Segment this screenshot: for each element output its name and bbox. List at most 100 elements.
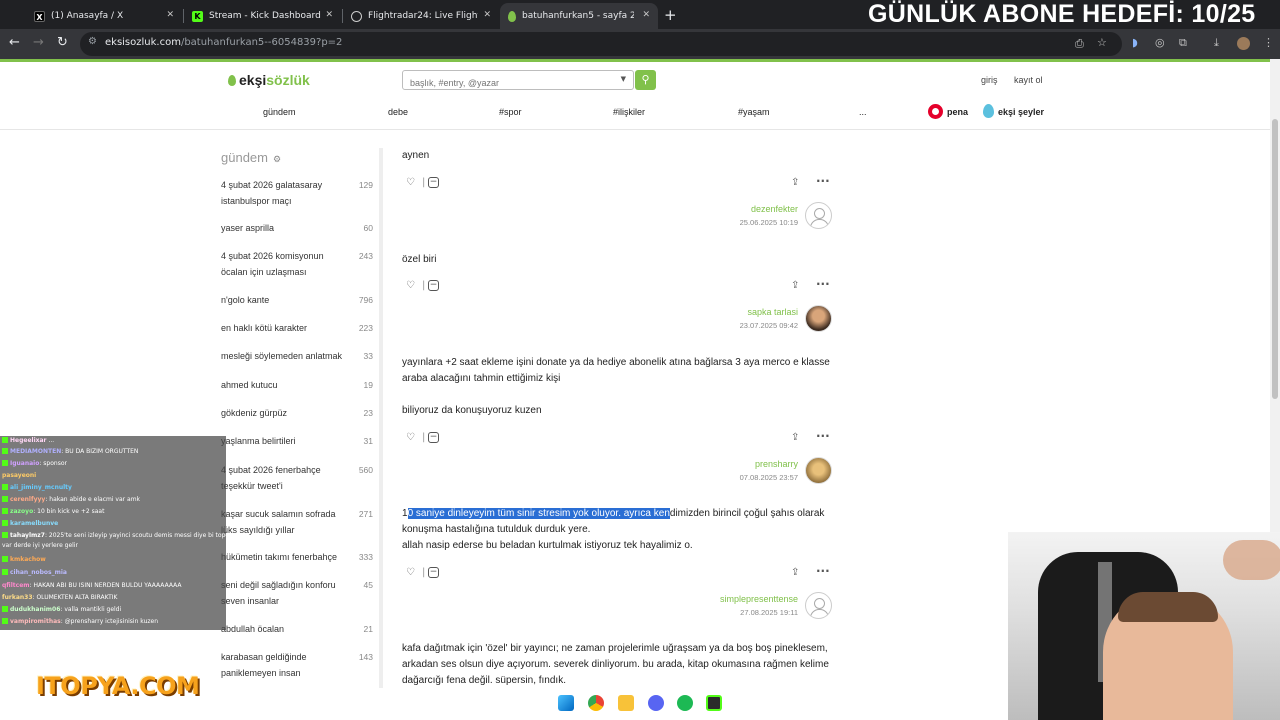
extension-audio-icon[interactable]: ◗ [1132,36,1138,49]
install-app-icon[interactable]: ⎙ [1075,37,1084,51]
share-icon[interactable]: ⇪ [791,280,799,291]
minus-icon[interactable]: − [428,432,439,443]
tab-label: Flightradar24: Live Flight Tracker [368,11,478,21]
nav-pena[interactable]: pena [947,107,968,117]
avatar[interactable] [805,305,832,332]
sidebar-item[interactable]: 4 şubat 2026 fenerbahçe teşekkür tweet'i… [221,462,381,494]
spotify-icon[interactable] [677,695,693,711]
heart-icon[interactable]: ♡ [406,567,415,578]
entry-actions: ♡ | − ⇪ ··· [406,564,830,578]
register-link[interactable]: kayıt ol [1014,75,1043,85]
tab-flightradar[interactable]: Flightradar24: Live Flight Tracker ✕ [343,3,499,29]
more-icon[interactable]: ··· [816,429,830,443]
sidebar-item[interactable]: 4 şubat 2026 komisyonun öcalan için uzla… [221,248,381,280]
search-input[interactable] [403,74,613,92]
sidebar-item[interactable]: yaşlanma belirtileri 31 [221,433,381,449]
sidebar-item[interactable]: abdullah öcalan 21 [221,621,381,637]
close-tab-icon[interactable]: ✕ [642,10,650,20]
sidebar-item[interactable]: hükümetin takımı fenerbahçe 333 [221,549,381,565]
discord-icon[interactable] [648,695,664,711]
minus-icon[interactable]: − [428,280,439,291]
bookmark-star-icon[interactable]: ☆ [1097,36,1107,49]
more-icon[interactable]: ··· [816,174,830,188]
sidebar-item[interactable]: mesleği söylemeden anlatmak 33 [221,348,381,364]
sidebar-item[interactable]: n'golo kante 796 [221,292,381,308]
sidebar-item[interactable]: seni değil sağladığın konforu seven insa… [221,577,381,609]
heart-icon[interactable]: ♡ [406,280,415,291]
site-info-icon[interactable]: ⚙ [88,36,97,47]
entry-date[interactable]: 07.08.2025 23:57 [398,473,798,482]
menu-kebab-icon[interactable]: ⋮ [1263,36,1274,49]
pena-icon[interactable] [928,104,943,119]
start-icon[interactable] [558,695,574,711]
sidebar-item[interactable]: yaser asprilla 60 [221,220,381,236]
entry-date[interactable]: 25.06.2025 10:19 [398,218,798,227]
new-tab-button[interactable]: + [664,6,677,24]
author-link[interactable]: prensharry [398,459,798,469]
scrollbar-thumb[interactable] [1272,119,1278,399]
avatar[interactable] [805,202,832,229]
avatar[interactable] [805,457,832,484]
more-icon[interactable]: ··· [816,277,830,291]
author-link[interactable]: sapka tarlasi [398,307,798,317]
sidebar-scrollbar[interactable] [379,148,383,688]
tab-kick[interactable]: K Stream - Kick Dashboard ✕ [184,3,341,29]
tab-eksi[interactable]: batuhanfurkan5 - sayfa 2 - ekşi ✕ [500,3,658,29]
download-icon[interactable]: ⤓ [1214,36,1219,50]
sidebar-item[interactable]: en haklı kötü karakter 223 [221,320,381,336]
more-icon[interactable]: ··· [816,564,830,578]
login-link[interactable]: giriş [981,75,998,85]
avatar[interactable] [805,592,832,619]
gear-icon[interactable]: ⚙ [273,154,281,164]
nav-yasam[interactable]: #yaşam [738,107,770,117]
extension-icon[interactable]: ◎ [1155,36,1165,49]
author-link[interactable]: dezenfekter [398,204,798,214]
entry-actions: ♡ | − ⇪ ··· [406,277,830,291]
sidebar-item[interactable]: gökdeniz gürpüz 23 [221,405,381,421]
tab-x[interactable]: X (1) Anasayfa / X ✕ [26,3,182,29]
heart-icon[interactable]: ♡ [406,177,415,188]
tab-label: Stream - Kick Dashboard [209,11,321,21]
address-bar[interactable]: ⚙ eksisozluk.com/batuhanfurkan5--6054839… [80,32,1122,56]
chrome-icon[interactable] [588,695,604,711]
url-text: eksisozluk.com/batuhanfurkan5--6054839?p… [105,37,343,48]
sidebar-item[interactable]: ahmed kutucu 19 [221,377,381,393]
entry-date[interactable]: 27.08.2025 19:11 [398,608,798,617]
nav-more[interactable]: ... [859,107,867,117]
extensions-puzzle-icon[interactable]: ⧉ [1179,36,1187,50]
sidebar-item[interactable]: 4 şubat 2026 galatasaray istanbulspor ma… [221,177,381,209]
share-icon[interactable]: ⇪ [791,432,799,443]
search-options-caret-icon[interactable]: ▼ [621,75,626,83]
close-tab-icon[interactable]: ✕ [325,10,333,20]
share-icon[interactable]: ⇪ [791,567,799,578]
minus-icon[interactable]: − [428,177,439,188]
app-icon[interactable] [706,695,722,711]
eksi-seyler-drop-icon[interactable] [983,104,994,118]
entry-date[interactable]: 23.07.2025 09:42 [398,321,798,330]
back-icon[interactable]: ← [9,35,20,50]
file-explorer-icon[interactable] [618,695,634,711]
entry-content: özel biri [402,254,437,265]
nav-gundem[interactable]: gündem [263,107,296,117]
close-tab-icon[interactable]: ✕ [166,10,174,20]
reload-icon[interactable]: ↻ [57,35,68,50]
search-button[interactable]: ⚲ [635,70,656,90]
nav-spor[interactable]: #spor [499,107,522,117]
chat-message: zazoyo: 10 bin kick ve +2 saat [2,508,104,516]
close-tab-icon[interactable]: ✕ [483,10,491,20]
nav-eksi-seyler[interactable]: ekşi şeyler [998,107,1044,117]
chat-message: pasayeoni [2,472,37,479]
heart-icon[interactable]: ♡ [406,432,415,443]
minus-icon[interactable]: − [428,567,439,578]
screen: X (1) Anasayfa / X ✕ K Stream - Kick Das… [0,0,1280,720]
nav-iliskiler[interactable]: #ilişkiler [613,107,645,117]
sidebar-item[interactable]: karabasan geldiğinde paniklemeyen insan 1… [221,649,381,681]
eksi-logo[interactable]: ekşisözlük [228,72,310,88]
sidebar-item[interactable]: kaşar sucuk salamın sofrada lüks sayıldı… [221,506,381,538]
forward-icon[interactable]: → [33,35,44,50]
share-icon[interactable]: ⇪ [791,177,799,188]
entry-content: kafa dağıtmak için 'özel' bir yayıncı; n… [402,643,829,686]
profile-avatar[interactable] [1237,37,1250,50]
nav-debe[interactable]: debe [388,107,408,117]
author-link[interactable]: simplepresenttense [398,594,798,604]
